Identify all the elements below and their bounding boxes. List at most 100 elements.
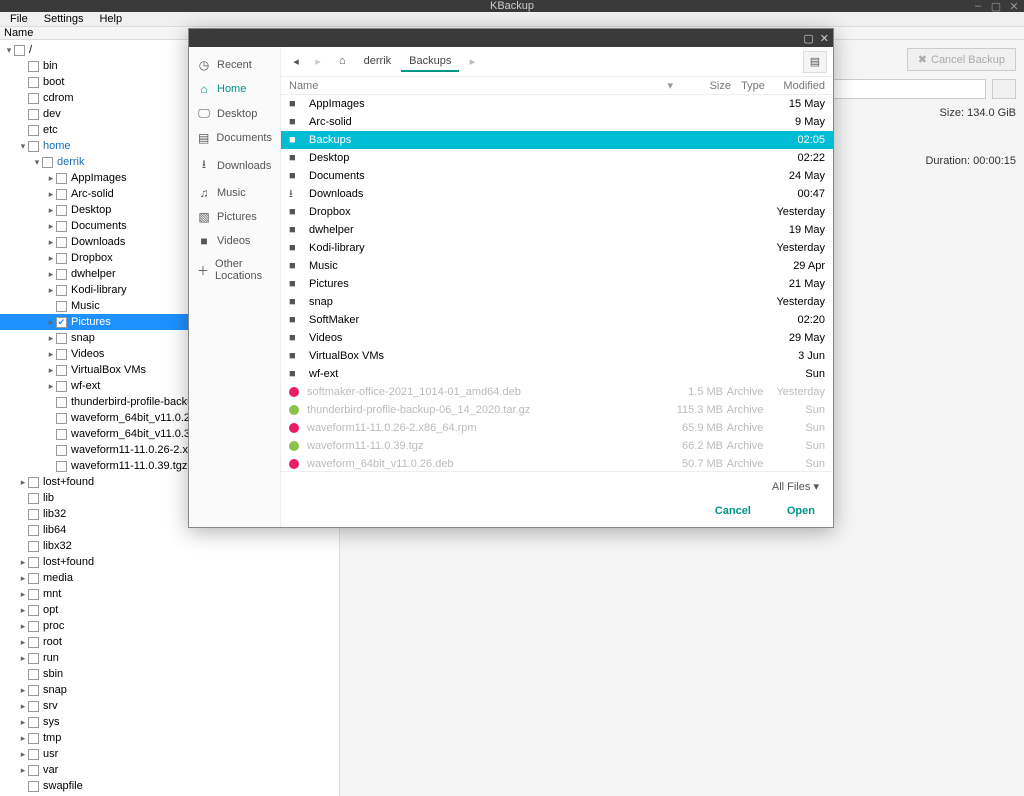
- expand-icon[interactable]: ▸: [18, 477, 28, 488]
- file-filter-dropdown[interactable]: All Files ▾: [768, 478, 823, 495]
- include-checkbox[interactable]: [56, 285, 67, 296]
- expand-icon[interactable]: ▸: [18, 685, 28, 696]
- menu-settings[interactable]: Settings: [38, 12, 90, 26]
- include-checkbox[interactable]: [56, 301, 67, 312]
- sidebar-item-music[interactable]: ♫Music: [189, 181, 280, 205]
- expand-icon[interactable]: ▸: [46, 349, 56, 360]
- include-checkbox[interactable]: [28, 605, 39, 616]
- include-checkbox[interactable]: [56, 349, 67, 360]
- include-checkbox[interactable]: [28, 621, 39, 632]
- tree-item[interactable]: ▸proc: [0, 618, 339, 634]
- include-checkbox[interactable]: [28, 653, 39, 664]
- include-checkbox[interactable]: [28, 477, 39, 488]
- include-checkbox[interactable]: [28, 77, 39, 88]
- expand-icon[interactable]: ▸: [18, 589, 28, 600]
- dialog-maximize-icon[interactable]: ▢: [803, 32, 813, 45]
- expand-icon[interactable]: ▾: [18, 141, 28, 152]
- include-checkbox[interactable]: [56, 429, 67, 440]
- include-checkbox[interactable]: [28, 669, 39, 680]
- expand-icon[interactable]: ▸: [18, 765, 28, 776]
- breadcrumb-item[interactable]: Backups: [401, 52, 459, 72]
- include-checkbox[interactable]: [28, 589, 39, 600]
- include-checkbox[interactable]: [56, 365, 67, 376]
- file-row[interactable]: ■VirtualBox VMs3 Jun: [281, 347, 833, 365]
- include-checkbox[interactable]: [28, 493, 39, 504]
- tree-item[interactable]: ▸sys: [0, 714, 339, 730]
- include-checkbox[interactable]: [56, 253, 67, 264]
- include-checkbox[interactable]: [56, 237, 67, 248]
- expand-icon[interactable]: ▸: [46, 381, 56, 392]
- file-row[interactable]: ■Kodi-libraryYesterday: [281, 239, 833, 257]
- expand-icon[interactable]: ▸: [46, 317, 56, 328]
- file-row[interactable]: ■snapYesterday: [281, 293, 833, 311]
- file-row[interactable]: ■DropboxYesterday: [281, 203, 833, 221]
- expand-icon[interactable]: ▸: [18, 573, 28, 584]
- expand-icon[interactable]: ▸: [18, 717, 28, 728]
- col-file-type[interactable]: Type: [731, 80, 775, 92]
- col-name[interactable]: Name: [0, 27, 200, 39]
- sidebar-item-videos[interactable]: ■Videos: [189, 229, 280, 253]
- include-checkbox[interactable]: [56, 397, 67, 408]
- expand-icon[interactable]: ▸: [18, 653, 28, 664]
- tree-item[interactable]: swapfile: [0, 778, 339, 794]
- include-checkbox[interactable]: [56, 317, 67, 328]
- tree-item[interactable]: ▸run: [0, 650, 339, 666]
- expand-icon[interactable]: ▸: [46, 205, 56, 216]
- browse-button[interactable]: [992, 79, 1016, 99]
- expand-icon[interactable]: ▸: [18, 557, 28, 568]
- close-icon[interactable]: ✕: [1008, 0, 1020, 13]
- maximize-icon[interactable]: ▢: [990, 0, 1002, 13]
- sidebar-item-recent[interactable]: ◷Recent: [189, 53, 280, 77]
- include-checkbox[interactable]: [28, 509, 39, 520]
- minimize-icon[interactable]: –: [972, 0, 984, 13]
- include-checkbox[interactable]: [28, 541, 39, 552]
- file-row[interactable]: softmaker-office-2021_1014-01_amd64.deb1…: [281, 383, 833, 401]
- include-checkbox[interactable]: [56, 413, 67, 424]
- include-checkbox[interactable]: [28, 733, 39, 744]
- file-row[interactable]: ■Backups02:05: [281, 131, 833, 149]
- file-row[interactable]: ■SoftMaker02:20: [281, 311, 833, 329]
- expand-icon[interactable]: ▸: [46, 237, 56, 248]
- include-checkbox[interactable]: [28, 701, 39, 712]
- file-row[interactable]: waveform11-11.0.26-2.x86_64.rpm65.9 MBAr…: [281, 419, 833, 437]
- include-checkbox[interactable]: [56, 269, 67, 280]
- include-checkbox[interactable]: [28, 685, 39, 696]
- file-row[interactable]: ■dwhelper19 May: [281, 221, 833, 239]
- file-row[interactable]: ■wf-extSun: [281, 365, 833, 383]
- include-checkbox[interactable]: [56, 461, 67, 472]
- file-row[interactable]: waveform_64bit_v11.0.26.deb50.7 MBArchiv…: [281, 455, 833, 471]
- tree-item[interactable]: ▸lost+found: [0, 554, 339, 570]
- sidebar-item-desktop[interactable]: 🖵Desktop: [189, 101, 280, 126]
- breadcrumb-item[interactable]: ⌂: [331, 52, 354, 72]
- include-checkbox[interactable]: [56, 221, 67, 232]
- expand-icon[interactable]: ▸: [46, 333, 56, 344]
- file-row[interactable]: ■Documents24 May: [281, 167, 833, 185]
- tree-item[interactable]: libx32: [0, 538, 339, 554]
- file-row[interactable]: ⭳Downloads00:47: [281, 185, 833, 203]
- tree-item[interactable]: ▸usr: [0, 746, 339, 762]
- expand-icon[interactable]: ▸: [18, 637, 28, 648]
- include-checkbox[interactable]: [28, 557, 39, 568]
- expand-icon[interactable]: ▸: [18, 701, 28, 712]
- tree-item[interactable]: ▸var: [0, 762, 339, 778]
- nav-forward-button[interactable]: ▸: [309, 53, 327, 71]
- file-row[interactable]: ■Music29 Apr: [281, 257, 833, 275]
- sidebar-item-other-locations[interactable]: ＋Other Locations: [189, 253, 280, 287]
- breadcrumb-item[interactable]: derrik: [356, 52, 400, 72]
- file-row[interactable]: ■Pictures21 May: [281, 275, 833, 293]
- expand-icon[interactable]: ▸: [46, 189, 56, 200]
- file-row[interactable]: ■Arc-solid9 May: [281, 113, 833, 131]
- tree-item[interactable]: ▸tmp: [0, 730, 339, 746]
- col-file-modified[interactable]: Modified: [775, 80, 833, 92]
- expand-icon[interactable]: ▸: [18, 605, 28, 616]
- include-checkbox[interactable]: [28, 637, 39, 648]
- sort-indicator-icon[interactable]: ▾: [663, 79, 677, 92]
- include-checkbox[interactable]: [56, 205, 67, 216]
- include-checkbox[interactable]: [56, 173, 67, 184]
- col-file-name[interactable]: Name: [281, 80, 663, 92]
- expand-icon[interactable]: ▸: [46, 173, 56, 184]
- expand-icon[interactable]: ▸: [46, 285, 56, 296]
- include-checkbox[interactable]: [28, 61, 39, 72]
- menu-help[interactable]: Help: [93, 12, 128, 26]
- tree-item[interactable]: ▸root: [0, 634, 339, 650]
